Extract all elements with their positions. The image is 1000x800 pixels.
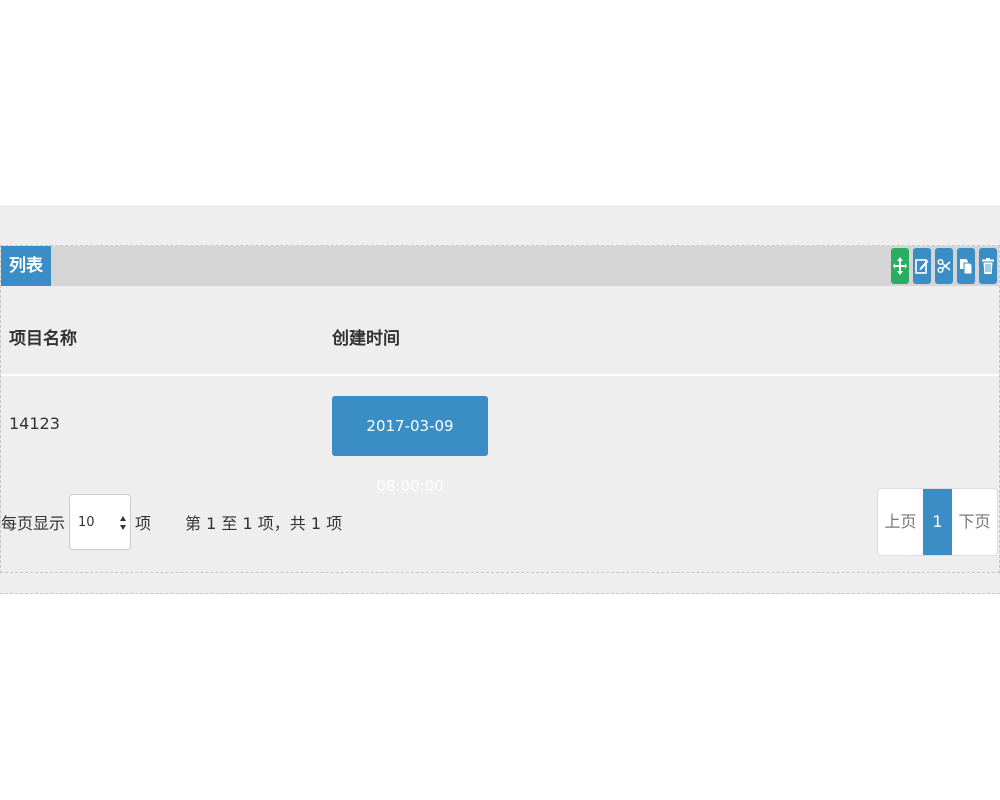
select-arrows-icon: [119, 515, 127, 531]
column-header-name[interactable]: 项目名称: [9, 286, 77, 374]
cut-button[interactable]: [935, 248, 953, 284]
pagination-page-current[interactable]: 1: [923, 489, 952, 555]
cell-created-time-badge[interactable]: 2017-03-09 08:00:00: [332, 396, 488, 495]
scissors-icon: [937, 257, 951, 275]
pagination-next[interactable]: 下页: [952, 489, 997, 555]
move-icon: [893, 256, 907, 276]
edit-icon: [915, 257, 929, 275]
panel-title: 列表: [1, 246, 51, 286]
column-header-created[interactable]: 创建时间: [332, 286, 400, 374]
list-panel: 列表 项目名称 创建时间 14123 2017-03-09 08:00:00 每…: [0, 245, 1000, 573]
per-page-select[interactable]: 10: [69, 494, 132, 550]
cell-project-name: 14123: [9, 414, 60, 433]
per-page-value: 10: [78, 515, 95, 530]
edit-button[interactable]: [913, 248, 931, 284]
table-info: 第 1 至 1 项，共 1 项: [185, 514, 343, 533]
panel-toolbar: [891, 248, 997, 284]
trash-icon: [981, 257, 995, 275]
content-section: 列表 项目名称 创建时间 14123 2017-03-09 08:00:00 每…: [0, 205, 1000, 594]
delete-button[interactable]: [979, 248, 997, 284]
pagination-prev[interactable]: 上页: [878, 489, 923, 555]
move-button[interactable]: [891, 248, 909, 284]
per-page-suffix: 项: [135, 514, 152, 533]
pagination: 上页 1 下页: [877, 488, 998, 556]
table-header-row: 项目名称 创建时间: [1, 286, 999, 376]
panel-header: 列表: [1, 246, 999, 286]
page: 列表 项目名称 创建时间 14123 2017-03-09 08:00:00 每…: [0, 0, 1000, 800]
copy-icon: [959, 257, 973, 275]
page-length-control: 每页显示 10 项 第 1 至 1 项，共 1 项: [1, 492, 342, 552]
table-row[interactable]: 14123 2017-03-09 08:00:00: [1, 376, 999, 495]
copy-button[interactable]: [957, 248, 975, 284]
per-page-prefix: 每页显示: [1, 514, 66, 533]
